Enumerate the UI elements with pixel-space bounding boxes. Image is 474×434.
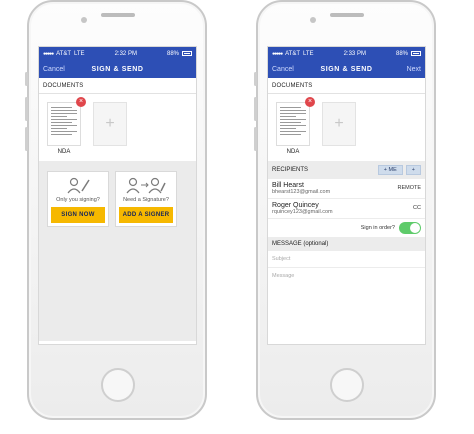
add-signer-prompt: Need a Signature?: [123, 197, 169, 203]
battery-percent: 88%: [395, 50, 408, 57]
battery-percent: 88%: [166, 50, 179, 57]
recipient-name: Roger Quincey: [272, 202, 319, 209]
single-signer-icon: [51, 175, 105, 195]
phone-left: ●●●●● AT&T LTE 2:32 PM 88% Cancel SIGN &…: [25, 0, 207, 420]
plus-icon: +: [105, 115, 115, 132]
earpiece-speaker: [101, 13, 135, 17]
documents-list: × NDA +: [39, 94, 196, 161]
mute-switch: [25, 72, 28, 86]
recipients-header: RECIPIENTS + ME +: [268, 161, 425, 179]
nav-bar: Cancel SIGN & SEND Next: [268, 60, 425, 78]
volume-up-button: [254, 97, 257, 121]
screen-sign-and-send-recipients: ●●●●● AT&T LTE 2:33 PM 88% Cancel SIGN &…: [267, 46, 426, 345]
signing-options: Only you signing? SIGN NOW Need a Signat…: [39, 161, 196, 341]
clock: 2:32 PM: [114, 50, 137, 57]
add-me-button[interactable]: + ME: [377, 165, 403, 175]
remove-document-icon[interactable]: ×: [305, 97, 315, 107]
document-thumbnail[interactable]: [47, 102, 81, 146]
signal-icon: ●●●●●: [43, 50, 54, 57]
add-signer-button[interactable]: ADD A SIGNER: [119, 207, 173, 223]
home-button[interactable]: [330, 368, 364, 402]
status-bar: ●●●●● AT&T LTE 2:32 PM 88%: [39, 47, 196, 60]
front-camera: [310, 17, 316, 23]
network: LTE: [74, 50, 85, 57]
message-input[interactable]: Message: [268, 268, 425, 284]
battery-icon: [182, 51, 192, 56]
remove-document-icon[interactable]: ×: [76, 97, 86, 107]
document-name: NDA: [57, 149, 71, 155]
status-bar: ●●●●● AT&T LTE 2:33 PM 88%: [268, 47, 425, 60]
message-heading: MESSAGE (optional): [268, 237, 425, 251]
mute-switch: [254, 72, 257, 86]
volume-down-button: [25, 127, 28, 151]
recipient-name: Bill Hearst: [272, 182, 304, 189]
sign-now-card: Only you signing? SIGN NOW: [47, 171, 109, 227]
recipients-heading: RECIPIENTS: [272, 167, 309, 173]
volume-up-button: [25, 97, 28, 121]
front-camera: [81, 17, 87, 23]
battery-icon: [411, 51, 421, 56]
add-document-button[interactable]: +: [93, 102, 127, 146]
documents-list: × NDA +: [268, 94, 425, 161]
documents-heading: DOCUMENTS: [268, 78, 425, 94]
add-signer-card: Need a Signature? ADD A SIGNER: [115, 171, 177, 227]
recipient-type[interactable]: CC: [413, 205, 421, 211]
page-title: SIGN & SEND: [91, 65, 144, 73]
sign-now-prompt: Only you signing?: [56, 197, 100, 203]
clock: 2:33 PM: [343, 50, 366, 57]
carrier: AT&T: [56, 50, 71, 57]
documents-heading: DOCUMENTS: [39, 78, 196, 94]
nav-bar: Cancel SIGN & SEND: [39, 60, 196, 78]
subject-input[interactable]: Subject: [268, 251, 425, 268]
network: LTE: [303, 50, 314, 57]
add-recipient-button[interactable]: +: [405, 165, 421, 175]
plus-icon: +: [334, 115, 344, 132]
cancel-button[interactable]: Cancel: [272, 66, 294, 73]
recipient-email: rquincey123@gmail.com: [272, 209, 333, 215]
document-card[interactable]: × NDA: [276, 97, 315, 155]
add-signer-icon: [119, 175, 173, 195]
document-name: NDA: [286, 149, 300, 155]
cancel-button[interactable]: Cancel: [43, 66, 65, 73]
carrier: AT&T: [285, 50, 300, 57]
sign-in-order-label: Sign in order?: [360, 225, 395, 231]
recipient-row[interactable]: Roger Quincey rquincey123@gmail.com CC: [268, 199, 425, 219]
document-thumbnail[interactable]: [276, 102, 310, 146]
sign-in-order-row: Sign in order?: [268, 219, 425, 237]
earpiece-speaker: [330, 13, 364, 17]
phone-right: ●●●●● AT&T LTE 2:33 PM 88% Cancel SIGN &…: [254, 0, 436, 420]
document-card[interactable]: × NDA: [47, 97, 86, 155]
screen-sign-and-send: ●●●●● AT&T LTE 2:32 PM 88% Cancel SIGN &…: [38, 46, 197, 345]
recipient-email: bhearst123@gmail.com: [272, 189, 331, 195]
volume-down-button: [254, 127, 257, 151]
recipient-row[interactable]: Bill Hearst bhearst123@gmail.com REMOTE: [268, 179, 425, 199]
next-button[interactable]: Next: [399, 66, 421, 73]
add-document-button[interactable]: +: [322, 102, 356, 146]
sign-now-button[interactable]: SIGN NOW: [51, 207, 105, 223]
signal-icon: ●●●●●: [272, 50, 283, 57]
home-button[interactable]: [101, 368, 135, 402]
recipient-type[interactable]: REMOTE: [397, 185, 421, 191]
sign-in-order-toggle[interactable]: [399, 222, 421, 234]
page-title: SIGN & SEND: [320, 65, 373, 73]
